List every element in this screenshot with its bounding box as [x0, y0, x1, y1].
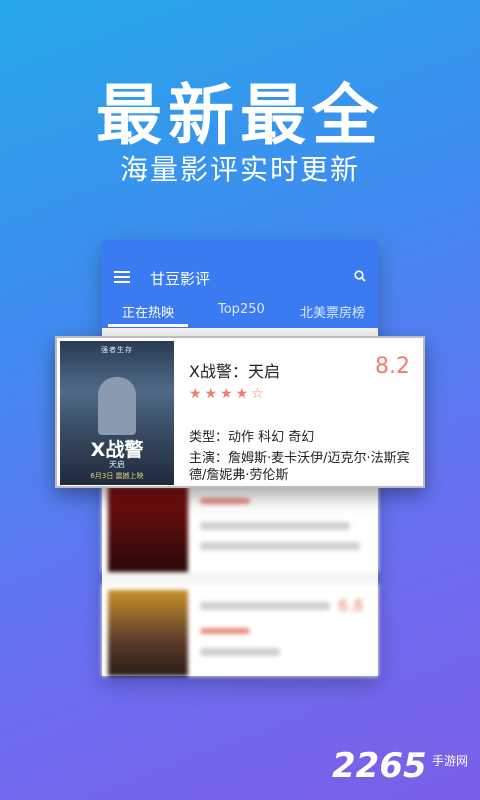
- poster-tagline: 强者生存: [101, 346, 133, 354]
- poster-title: X战警: [90, 439, 144, 461]
- search-icon[interactable]: [354, 270, 366, 282]
- tab-indicator: [108, 324, 188, 327]
- movie-poster: [108, 590, 188, 676]
- poster-figure: [98, 377, 136, 435]
- text-line: [200, 602, 330, 610]
- movie-poster: [108, 486, 188, 572]
- movie-score: 6.8: [338, 596, 364, 615]
- text-line: [200, 648, 280, 656]
- menu-icon[interactable]: [114, 271, 130, 283]
- poster-date: 6月3日 震撼上映: [90, 472, 144, 480]
- watermark-site: 手游网: [432, 754, 469, 768]
- movie-genre: 类型：动作 科幻 奇幻: [189, 430, 315, 445]
- promo-subheadline: 海量影评实时更新: [119, 153, 360, 186]
- featured-movie-card[interactable]: 强者生存 X战警 天启 6月3日 震撼上映 X战警：天启 8.2 ★★★★☆ 类…: [55, 336, 425, 488]
- list-item[interactable]: 6.8: [102, 584, 378, 676]
- tab-top250[interactable]: Top250: [218, 302, 265, 317]
- list-item[interactable]: [102, 480, 378, 572]
- movie-poster: 强者生存 X战警 天启 6月3日 震撼上映: [60, 341, 174, 485]
- rating-stars: [200, 628, 250, 634]
- movie-title: X战警：天启: [189, 362, 280, 381]
- watermark-logo: 2265: [332, 746, 427, 786]
- rating-stars: ★★★★☆: [189, 386, 267, 402]
- text-line: [200, 542, 360, 550]
- text-line: [200, 522, 350, 530]
- poster-subtitle: 天启: [109, 460, 125, 469]
- rating-stars: [200, 498, 250, 504]
- tab-north-america-box-office[interactable]: 北美票房榜: [300, 302, 365, 321]
- promo-headline: 最新最全: [96, 77, 384, 154]
- movie-rating: 8.2: [375, 354, 410, 379]
- app-title: 甘豆影评: [150, 270, 211, 288]
- app-bar: 甘豆影评 正在热映 Top250 北美票房榜: [102, 240, 378, 328]
- tab-now-showing[interactable]: 正在热映: [122, 302, 174, 321]
- movie-cast: 主演：詹姆斯·麦卡沃伊/迈克尔·法斯宾德/詹妮弗·劳伦斯: [189, 451, 410, 483]
